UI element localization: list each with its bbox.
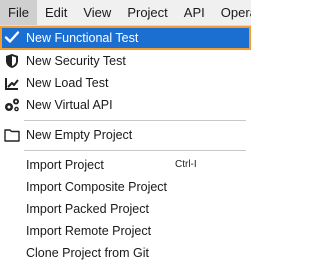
menu-item-import-packed-project[interactable]: Import Packed Project bbox=[0, 198, 251, 220]
menu-item-new-functional-test[interactable]: New Functional Test bbox=[0, 26, 251, 50]
menu-bar: File Edit View Project API Operations bbox=[0, 0, 251, 26]
menu-item-label: New Empty Project bbox=[26, 128, 133, 142]
menu-edit[interactable]: Edit bbox=[37, 0, 75, 25]
menu-item-new-virtual-api[interactable]: New Virtual API bbox=[0, 94, 251, 116]
menu-item-label: New Load Test bbox=[26, 76, 109, 90]
file-menu-dropdown: New Functional Test New Security Test Ne… bbox=[0, 26, 251, 266]
menu-item-new-load-test[interactable]: New Load Test bbox=[0, 72, 251, 94]
menu-item-label: New Functional Test bbox=[26, 31, 139, 45]
menu-file[interactable]: File bbox=[0, 0, 37, 25]
menu-item-label: Import Composite Project bbox=[26, 180, 168, 194]
menu-item-label: Import Remote Project bbox=[26, 224, 152, 238]
menu-separator bbox=[24, 150, 246, 151]
shield-icon bbox=[4, 53, 20, 69]
menu-item-import-project[interactable]: Import Project Ctrl-I bbox=[0, 154, 251, 176]
menu-item-import-composite-project[interactable]: Import Composite Project bbox=[0, 176, 251, 198]
menu-item-label: New Virtual API bbox=[26, 98, 113, 112]
menu-item-new-security-test[interactable]: New Security Test bbox=[0, 50, 251, 72]
menu-item-clone-project-from-git[interactable]: Clone Project from Git bbox=[0, 242, 251, 264]
menu-api[interactable]: API bbox=[176, 0, 213, 25]
menu-item-label: Clone Project from Git bbox=[26, 246, 149, 260]
menu-item-new-empty-project[interactable]: New Empty Project bbox=[0, 124, 251, 146]
menu-view[interactable]: View bbox=[75, 0, 119, 25]
gears-icon bbox=[4, 97, 20, 113]
menu-item-label: Import Project bbox=[26, 158, 104, 172]
shortcut-label: Ctrl-I bbox=[175, 159, 197, 170]
menu-separator bbox=[24, 120, 246, 121]
menu-item-label: New Security Test bbox=[26, 54, 126, 68]
menu-project[interactable]: Project bbox=[119, 0, 175, 25]
load-test-icon bbox=[4, 75, 20, 91]
menu-item-import-remote-project[interactable]: Import Remote Project bbox=[0, 220, 251, 242]
checkmark-icon bbox=[4, 29, 20, 45]
folder-icon bbox=[4, 127, 20, 143]
menu-item-label: Import Packed Project bbox=[26, 202, 149, 216]
menu-operations[interactable]: Operations bbox=[213, 0, 251, 25]
